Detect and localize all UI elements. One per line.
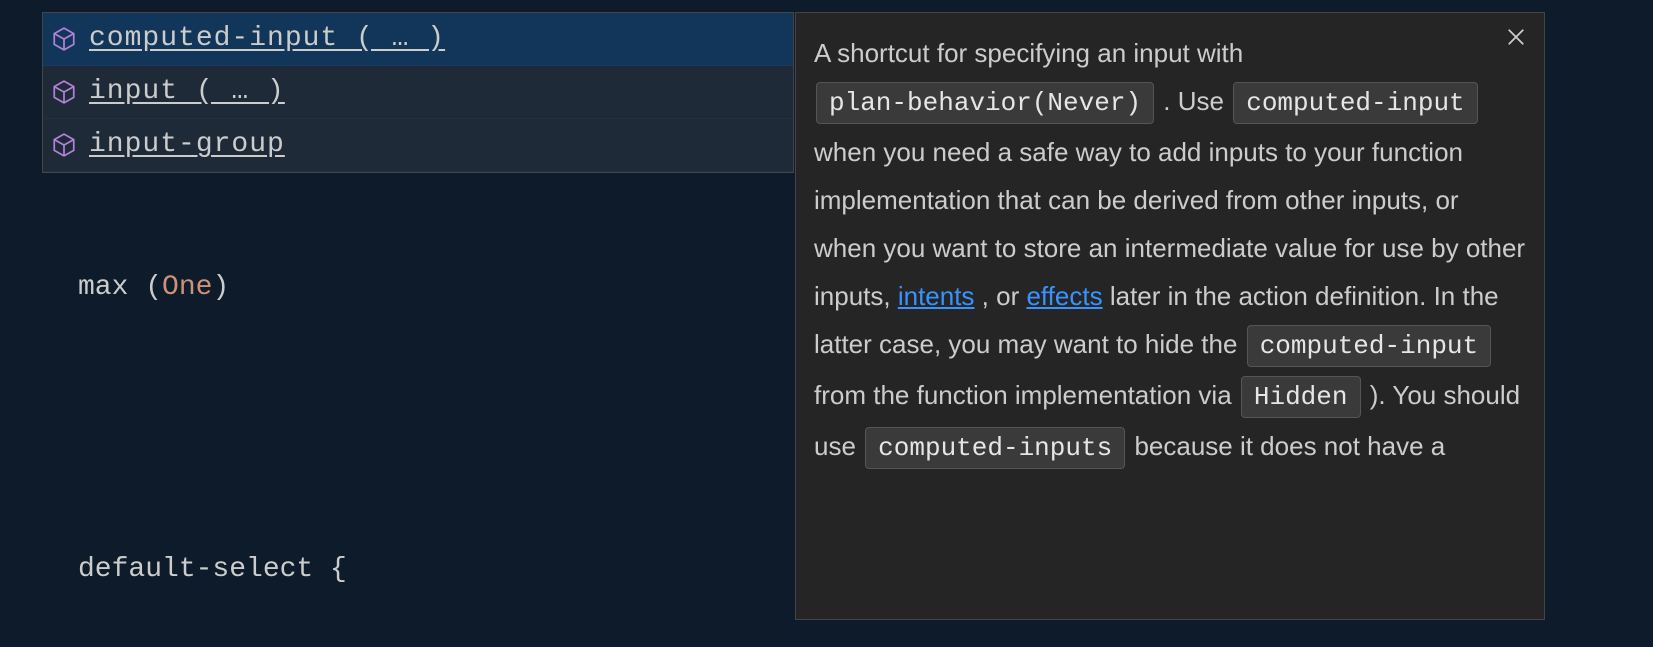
doc-code-chip: computed-input <box>1247 325 1491 367</box>
autocomplete-item[interactable]: input-group <box>43 119 793 172</box>
autocomplete-item-label: input ( … ) <box>89 68 285 116</box>
doc-text: A shortcut for specifying an input with <box>814 38 1243 68</box>
doc-code-chip: computed-inputs <box>865 427 1125 469</box>
autocomplete-item-label: computed-input ( … ) <box>89 15 445 63</box>
autocomplete-item-label: input-group <box>89 121 285 169</box>
doc-code-chip: computed-input <box>1233 82 1477 124</box>
doc-text: because it does not have a <box>1134 431 1445 461</box>
module-icon <box>51 79 77 105</box>
code-token: default-select <box>78 554 313 585</box>
documentation-panel: A shortcut for specifying an input with … <box>795 12 1545 620</box>
doc-link-intents[interactable]: intents <box>898 281 975 311</box>
doc-text: . Use <box>1163 86 1231 116</box>
editor-root: max (One) default-select { with-learning… <box>0 0 1653 647</box>
close-icon[interactable] <box>1502 23 1530 51</box>
module-icon <box>51 26 77 52</box>
autocomplete-list[interactable]: computed-input ( … ) input ( … ) input-gro… <box>42 12 794 173</box>
autocomplete-item[interactable]: computed-input ( … ) <box>43 13 793 66</box>
doc-code-chip: Hidden <box>1241 376 1361 418</box>
doc-text: from the function implementation via <box>814 380 1239 410</box>
doc-code-chip: plan-behavior(Never) <box>816 82 1154 124</box>
autocomplete-item[interactable]: input ( … ) <box>43 66 793 119</box>
code-token: ) <box>212 272 229 303</box>
module-icon <box>51 132 77 158</box>
doc-link-effects[interactable]: effects <box>1026 281 1102 311</box>
code-token: ( <box>128 272 162 303</box>
doc-text: , or <box>982 281 1027 311</box>
code-token: { <box>313 554 347 585</box>
code-token: One <box>162 272 212 303</box>
code-token: max <box>78 272 128 303</box>
